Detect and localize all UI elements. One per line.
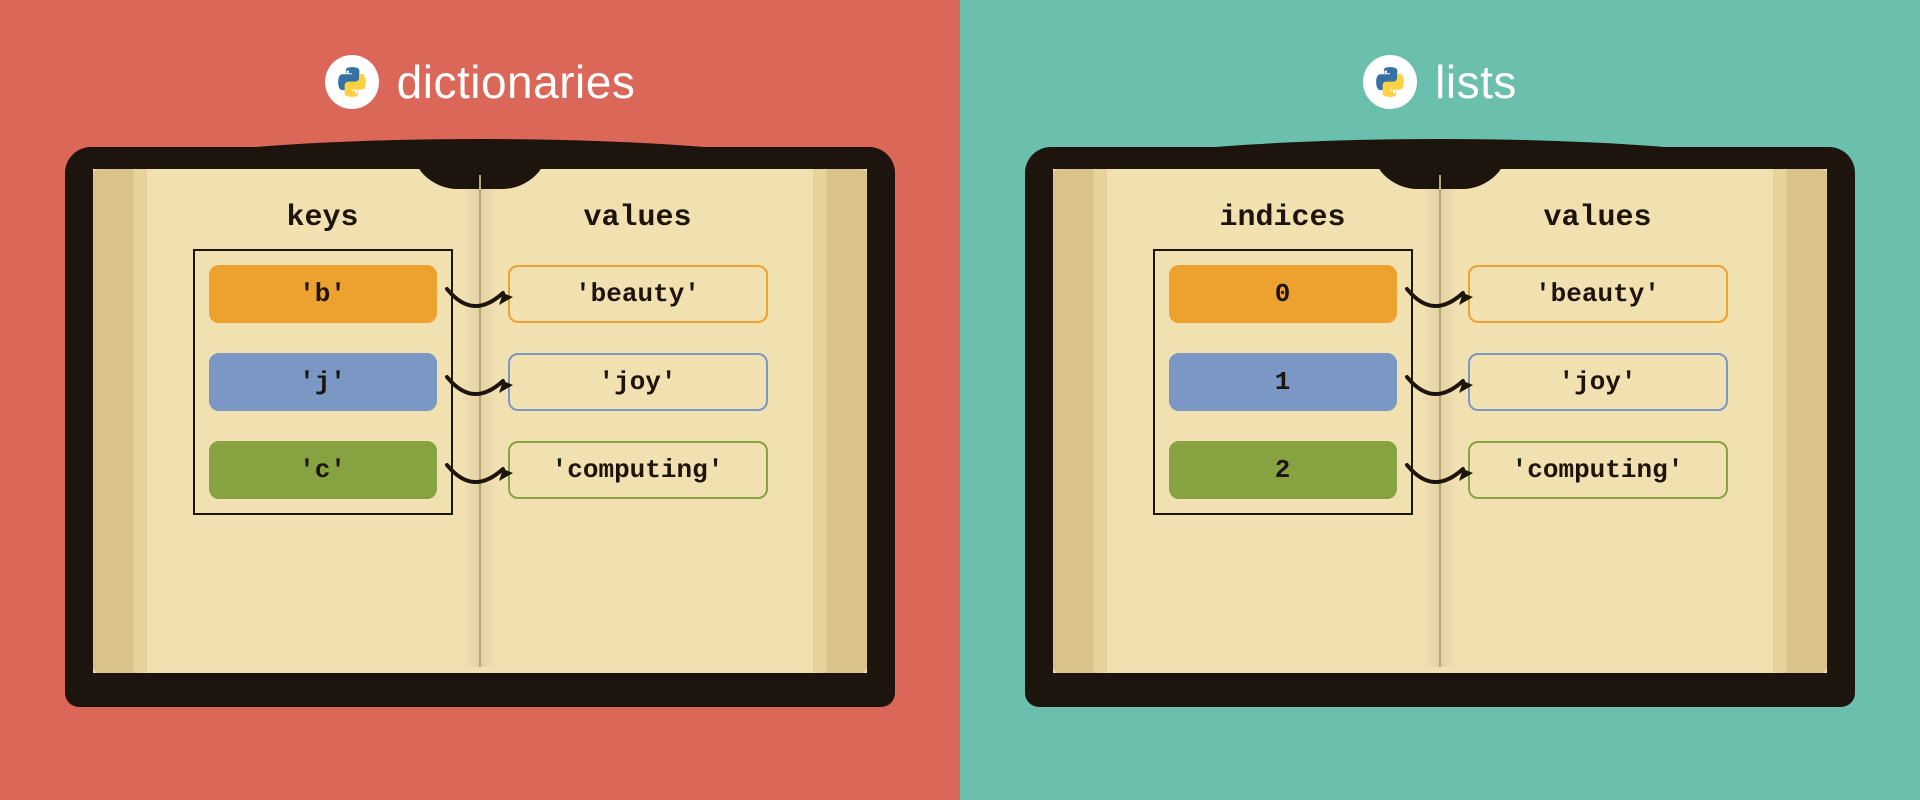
arrow-icon: [1400, 445, 1480, 503]
value-pill: 'joy': [1468, 353, 1728, 411]
value-pill: 'joy': [508, 353, 768, 411]
page-edge-shadow: [1053, 169, 1093, 673]
page-edge-shadow: [93, 169, 133, 673]
values-column: values 'beauty' 'joy' 'computing': [1440, 201, 1755, 647]
page-edge: [1093, 169, 1107, 673]
value-pill: 'computing': [1468, 441, 1728, 499]
key-pill: 'j': [209, 353, 437, 411]
index-pill: 1: [1169, 353, 1397, 411]
page-edge-shadow: [827, 169, 867, 673]
keys-column: keys 'b' 'j' 'c': [165, 201, 480, 647]
indices-frame: 0 1 2: [1153, 249, 1413, 515]
arrow-icon: [440, 357, 520, 415]
value-pill: 'computing': [508, 441, 768, 499]
key-pill: 'c': [209, 441, 437, 499]
values-column: values 'beauty' 'joy' 'computing': [480, 201, 795, 647]
arrow-column: [440, 255, 520, 503]
arrow-icon: [440, 445, 520, 503]
value-pill: 'beauty': [508, 265, 768, 323]
panel-title: dictionaries: [397, 55, 636, 109]
value-pill: 'beauty': [1468, 265, 1728, 323]
values-header: values: [583, 201, 691, 235]
indices-column: indices 0 1 2: [1125, 201, 1440, 647]
indices-header: indices: [1219, 201, 1345, 235]
key-pill: 'b': [209, 265, 437, 323]
arrow-column: [1400, 255, 1480, 503]
book-illustration: keys 'b' 'j' 'c' values 'beauty' 'joy' '…: [65, 147, 895, 707]
keys-header: keys: [286, 201, 358, 235]
values-header: values: [1543, 201, 1651, 235]
arrow-icon: [1400, 357, 1480, 415]
page-content: indices 0 1 2 values 'beauty' 'joy' 'com…: [1125, 201, 1755, 647]
values-stack: 'beauty' 'joy' 'computing': [508, 251, 768, 499]
panel-dictionaries: dictionaries keys 'b' 'j' 'c' values 'be…: [0, 0, 960, 800]
keys-frame: 'b' 'j' 'c': [193, 249, 453, 515]
book-illustration: indices 0 1 2 values 'beauty' 'joy' 'com…: [1025, 147, 1855, 707]
title-row: lists: [1363, 55, 1517, 109]
page-edge: [133, 169, 147, 673]
title-row: dictionaries: [325, 55, 636, 109]
panel-title: lists: [1435, 55, 1517, 109]
index-pill: 0: [1169, 265, 1397, 323]
arrow-icon: [440, 269, 520, 327]
arrow-icon: [1400, 269, 1480, 327]
page-edge: [813, 169, 827, 673]
panel-lists: lists indices 0 1 2 values 'beauty': [960, 0, 1920, 800]
python-logo-icon: [325, 55, 379, 109]
page-edge-shadow: [1787, 169, 1827, 673]
page-content: keys 'b' 'j' 'c' values 'beauty' 'joy' '…: [165, 201, 795, 647]
python-logo-icon: [1363, 55, 1417, 109]
page-edge: [1773, 169, 1787, 673]
values-stack: 'beauty' 'joy' 'computing': [1468, 251, 1728, 499]
index-pill: 2: [1169, 441, 1397, 499]
